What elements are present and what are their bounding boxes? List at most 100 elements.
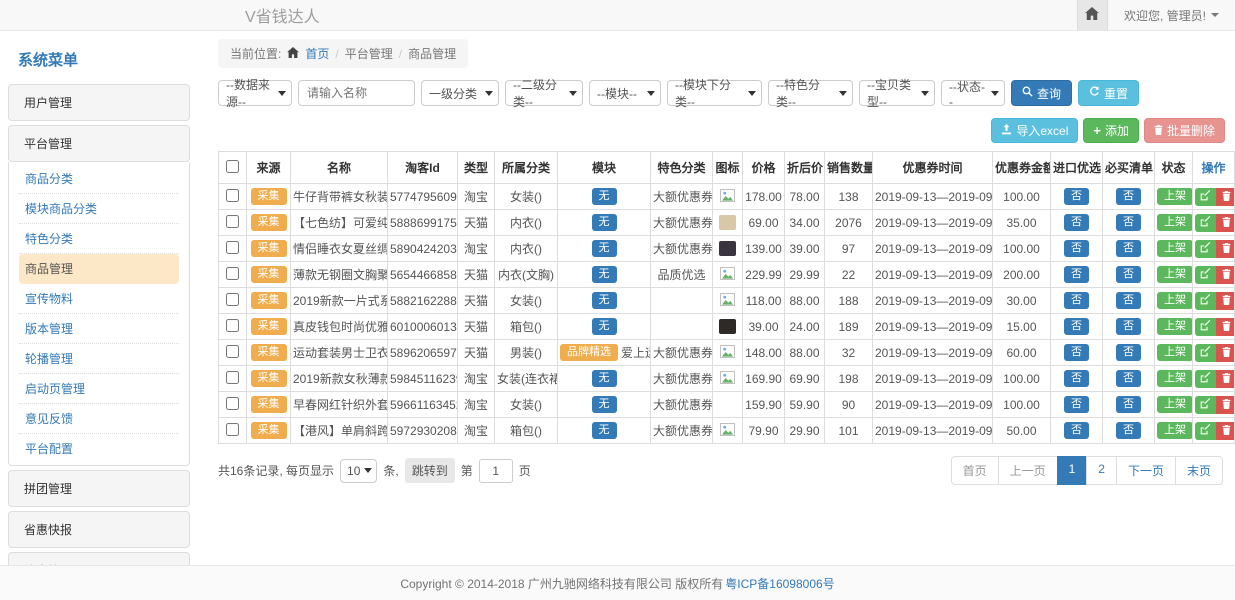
filter-select-data-source[interactable]: --数据来源-- — [218, 80, 292, 106]
import-excel-button[interactable]: 导入excel — [991, 118, 1078, 143]
jump-button[interactable]: 跳转到 — [405, 458, 455, 483]
row-checkbox[interactable] — [226, 397, 239, 410]
must-buy-toggle-button[interactable]: 否 — [1116, 422, 1141, 439]
status-button[interactable]: 上架 — [1157, 396, 1193, 413]
row-checkbox[interactable] — [226, 267, 239, 280]
filter-select-module[interactable]: --模块-- — [589, 80, 661, 106]
sidebar-item-宣传物料[interactable]: 宣传物料 — [19, 284, 179, 314]
must-buy-toggle-button[interactable]: 否 — [1116, 344, 1141, 361]
sidebar-item-轮播管理[interactable]: 轮播管理 — [19, 344, 179, 374]
delete-button[interactable] — [1216, 188, 1235, 206]
sidebar-section-拼团管理[interactable]: 拼团管理 — [8, 470, 190, 507]
delete-button[interactable] — [1216, 214, 1235, 232]
sidebar-section-省惠快报[interactable]: 省惠快报 — [8, 511, 190, 548]
sidebar-item-平台配置[interactable]: 平台配置 — [19, 434, 179, 463]
breadcrumb-home-link[interactable]: 首页 — [305, 45, 329, 62]
imported-toggle-button[interactable]: 否 — [1064, 422, 1089, 439]
name-search-input[interactable] — [298, 80, 415, 106]
reset-button[interactable]: 重置 — [1078, 80, 1139, 106]
per-page-select[interactable]: 10 — [340, 459, 377, 483]
must-buy-toggle-button[interactable]: 否 — [1116, 396, 1141, 413]
filter-select-module-sub[interactable]: --模块下分类-- — [667, 80, 762, 106]
status-button[interactable]: 上架 — [1157, 240, 1193, 257]
sidebar-item-启动页管理[interactable]: 启动页管理 — [19, 374, 179, 404]
delete-button[interactable] — [1216, 266, 1235, 284]
row-checkbox[interactable] — [226, 345, 239, 358]
delete-button[interactable] — [1216, 422, 1235, 440]
row-checkbox[interactable] — [226, 319, 239, 332]
home-button[interactable] — [1077, 0, 1108, 30]
user-menu[interactable]: 欢迎您, 管理员! — [1108, 0, 1235, 30]
imported-toggle-button[interactable]: 否 — [1064, 396, 1089, 413]
edit-button[interactable] — [1195, 266, 1216, 284]
status-button[interactable]: 上架 — [1157, 344, 1193, 361]
status-button[interactable]: 上架 — [1157, 214, 1193, 231]
page-button-1[interactable]: 1 — [1057, 456, 1088, 485]
status-button[interactable]: 上架 — [1157, 370, 1193, 387]
delete-button[interactable] — [1216, 240, 1235, 258]
status-button[interactable]: 上架 — [1157, 188, 1193, 205]
sidebar-item-商品分类[interactable]: 商品分类 — [19, 164, 179, 194]
sidebar-item-意见反馈[interactable]: 意见反馈 — [19, 404, 179, 434]
row-checkbox[interactable] — [226, 215, 239, 228]
status-button[interactable]: 上架 — [1157, 266, 1193, 283]
row-checkbox[interactable] — [226, 189, 239, 202]
must-buy-toggle-button[interactable]: 否 — [1116, 214, 1141, 231]
row-checkbox[interactable] — [226, 371, 239, 384]
imported-toggle-button[interactable]: 否 — [1064, 266, 1089, 283]
must-buy-toggle-button[interactable]: 否 — [1116, 292, 1141, 309]
sidebar-section-用户管理[interactable]: 用户管理 — [8, 84, 190, 121]
page-button-2[interactable]: 2 — [1086, 456, 1117, 485]
edit-button[interactable] — [1195, 318, 1216, 336]
status-button[interactable]: 上架 — [1157, 292, 1193, 309]
delete-button[interactable] — [1216, 292, 1235, 310]
edit-button[interactable] — [1195, 188, 1216, 206]
edit-button[interactable] — [1195, 396, 1216, 414]
must-buy-toggle-button[interactable]: 否 — [1116, 370, 1141, 387]
must-buy-toggle-button[interactable]: 否 — [1116, 188, 1141, 205]
sidebar-item-商品管理[interactable]: 商品管理 — [19, 254, 179, 284]
must-buy-toggle-button[interactable]: 否 — [1116, 318, 1141, 335]
edit-button[interactable] — [1195, 370, 1216, 388]
row-checkbox[interactable] — [226, 293, 239, 306]
delete-button[interactable] — [1216, 396, 1235, 414]
filter-select-category-l2[interactable]: --二级分类-- — [505, 80, 583, 106]
jump-page-input[interactable] — [479, 459, 513, 483]
edit-button[interactable] — [1195, 422, 1216, 440]
filter-select-item-type[interactable]: --宝贝类型-- — [859, 80, 935, 106]
sidebar-item-版本管理[interactable]: 版本管理 — [19, 314, 179, 344]
imported-toggle-button[interactable]: 否 — [1064, 318, 1089, 335]
imported-toggle-button[interactable]: 否 — [1064, 292, 1089, 309]
imported-toggle-button[interactable]: 否 — [1064, 344, 1089, 361]
imported-toggle-button[interactable]: 否 — [1064, 370, 1089, 387]
sidebar-section-平台管理[interactable]: 平台管理 — [8, 125, 190, 162]
add-button[interactable]: + 添加 — [1083, 118, 1139, 143]
edit-button[interactable] — [1195, 292, 1216, 310]
edit-button[interactable] — [1195, 344, 1216, 362]
delete-button[interactable] — [1216, 370, 1235, 388]
batch-delete-button[interactable]: 批量删除 — [1144, 118, 1225, 143]
page-button-末页[interactable]: 末页 — [1175, 456, 1223, 485]
imported-toggle-button[interactable]: 否 — [1064, 240, 1089, 257]
icp-link[interactable]: 粤ICP备16098006号 — [725, 575, 834, 592]
row-checkbox[interactable] — [226, 241, 239, 254]
sidebar-item-模块商品分类[interactable]: 模块商品分类 — [19, 194, 179, 224]
filter-select-status[interactable]: --状态-- — [941, 80, 1005, 106]
delete-button[interactable] — [1216, 344, 1235, 362]
row-checkbox[interactable] — [226, 423, 239, 436]
delete-button[interactable] — [1216, 318, 1235, 336]
status-button[interactable]: 上架 — [1157, 422, 1193, 439]
must-buy-toggle-button[interactable]: 否 — [1116, 266, 1141, 283]
status-button[interactable]: 上架 — [1157, 318, 1193, 335]
select-all-checkbox[interactable] — [226, 160, 239, 173]
filter-select-category-l1[interactable]: 一级分类 — [421, 80, 499, 106]
page-button-下一页[interactable]: 下一页 — [1116, 456, 1176, 485]
filter-select-feature[interactable]: --特色分类-- — [768, 80, 853, 106]
imported-toggle-button[interactable]: 否 — [1064, 188, 1089, 205]
edit-button[interactable] — [1195, 214, 1216, 232]
must-buy-toggle-button[interactable]: 否 — [1116, 240, 1141, 257]
sidebar-item-特色分类[interactable]: 特色分类 — [19, 224, 179, 254]
edit-button[interactable] — [1195, 240, 1216, 258]
search-button[interactable]: 查询 — [1011, 80, 1072, 106]
imported-toggle-button[interactable]: 否 — [1064, 214, 1089, 231]
